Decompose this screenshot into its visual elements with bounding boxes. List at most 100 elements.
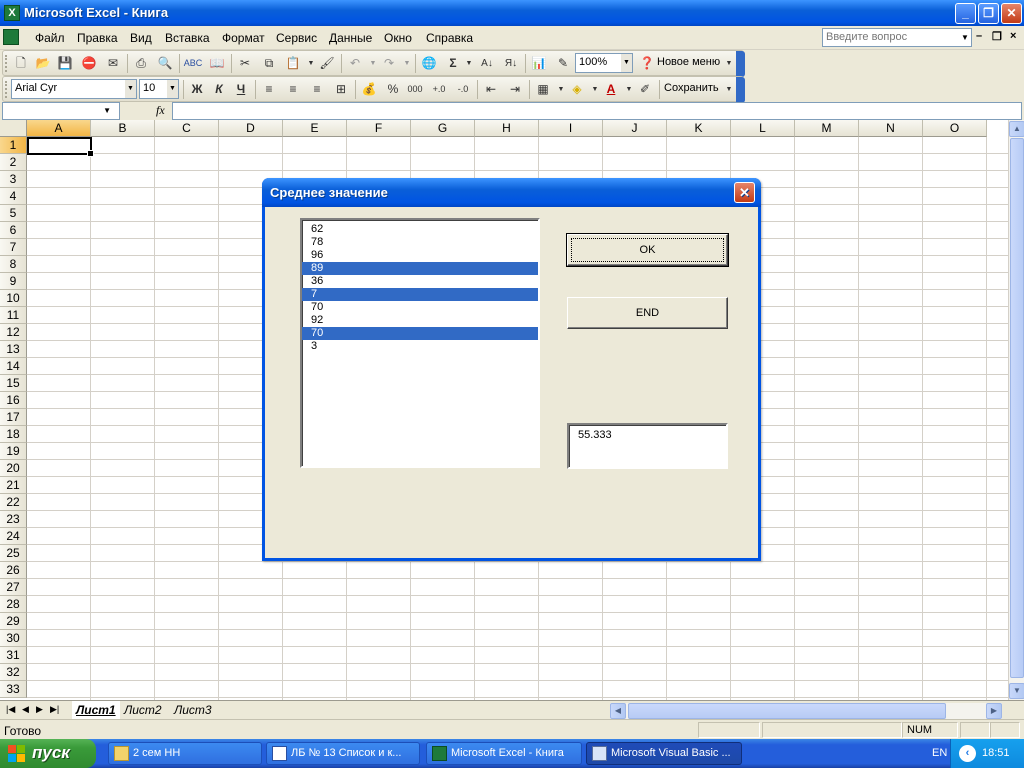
- taskbar-item-vba[interactable]: Microsoft Visual Basic ...: [586, 742, 742, 765]
- chevron-down-icon[interactable]: ▼: [621, 54, 632, 72]
- select-all-corner[interactable]: [0, 120, 27, 137]
- menu-data[interactable]: Данные: [329, 31, 372, 45]
- first-sheet-icon[interactable]: |◀: [6, 704, 15, 715]
- percent-button[interactable]: %: [383, 80, 403, 99]
- permission-icon[interactable]: ⛔: [79, 54, 99, 73]
- formula-input[interactable]: [172, 102, 1022, 120]
- dialog-close-button[interactable]: ✕: [734, 182, 755, 203]
- sheet-tab-3[interactable]: Лист3: [170, 701, 216, 719]
- function-icon[interactable]: fx: [156, 103, 165, 118]
- column-header[interactable]: H: [475, 120, 539, 137]
- list-item[interactable]: 36: [302, 275, 538, 288]
- scroll-up-icon[interactable]: ▲: [1009, 121, 1024, 137]
- show-hidden-icons-icon[interactable]: ‹: [959, 745, 976, 762]
- open-folder-icon[interactable]: 📂: [33, 54, 53, 73]
- restore-button[interactable]: ❐: [978, 3, 999, 24]
- row-header[interactable]: 13: [0, 341, 27, 358]
- hyperlink-icon[interactable]: 🌐: [419, 54, 439, 73]
- column-header[interactable]: B: [91, 120, 155, 137]
- doc-minimize-button[interactable]: –: [976, 30, 982, 42]
- ok-button[interactable]: OK: [566, 233, 729, 267]
- scroll-right-icon[interactable]: ▶: [986, 703, 1002, 719]
- language-indicator[interactable]: EN: [932, 747, 947, 759]
- taskbar-item-excel[interactable]: Microsoft Excel - Книга: [426, 742, 582, 765]
- align-center-icon[interactable]: ≡: [283, 80, 303, 99]
- last-sheet-icon[interactable]: ▶|: [50, 704, 59, 715]
- row-header[interactable]: 7: [0, 239, 27, 256]
- row-header[interactable]: 17: [0, 409, 27, 426]
- help-icon[interactable]: ❓: [637, 54, 657, 73]
- minimize-button[interactable]: _: [955, 3, 976, 24]
- taskbar-item-folder[interactable]: 2 сем НН: [108, 742, 262, 765]
- row-header[interactable]: 19: [0, 443, 27, 460]
- help-question-input[interactable]: Введите вопрос ▼: [822, 28, 972, 47]
- menu-edit[interactable]: Правка: [77, 31, 118, 45]
- chevron-down-icon[interactable]: ▼: [459, 54, 479, 73]
- column-header[interactable]: L: [731, 120, 795, 137]
- undo-icon[interactable]: ↶: [345, 54, 365, 73]
- document-icon[interactable]: [3, 29, 19, 45]
- scroll-left-icon[interactable]: ◀: [610, 703, 626, 719]
- list-item[interactable]: 70: [302, 301, 538, 314]
- row-header[interactable]: 33: [0, 681, 27, 698]
- row-header[interactable]: 6: [0, 222, 27, 239]
- decrease-indent-icon[interactable]: ⇤: [481, 80, 501, 99]
- chevron-down-icon[interactable]: ▼: [959, 29, 971, 46]
- column-header[interactable]: E: [283, 120, 347, 137]
- row-header[interactable]: 16: [0, 392, 27, 409]
- sheet-tab-2[interactable]: Лист2: [120, 701, 166, 719]
- row-header[interactable]: 1: [0, 137, 27, 154]
- list-item[interactable]: 78: [302, 236, 538, 249]
- sort-ascending-icon[interactable]: A↓: [477, 54, 497, 73]
- row-header[interactable]: 22: [0, 494, 27, 511]
- toolbar-grip[interactable]: [5, 55, 8, 72]
- menu-format[interactable]: Формат: [222, 31, 265, 45]
- prev-sheet-icon[interactable]: ◀: [22, 704, 29, 715]
- toolbar-options-button[interactable]: [736, 51, 745, 77]
- underline-button[interactable]: Ч: [231, 80, 251, 99]
- values-listbox[interactable]: 62 78 96 89 36 7 70 92 70 3: [300, 218, 540, 468]
- next-sheet-icon[interactable]: ▶: [36, 704, 43, 715]
- excel-app-icon[interactable]: X: [4, 5, 20, 21]
- bold-button[interactable]: Ж: [187, 80, 207, 99]
- list-item[interactable]: 70: [302, 327, 538, 340]
- row-header[interactable]: 14: [0, 358, 27, 375]
- menu-help[interactable]: Справка: [426, 31, 473, 45]
- redo-icon[interactable]: ↷: [379, 54, 399, 73]
- sheet-tab-1[interactable]: Лист1: [72, 701, 120, 719]
- new-document-icon[interactable]: 🗋: [11, 54, 31, 73]
- save-label[interactable]: Сохранить: [664, 82, 719, 94]
- active-cell-a1[interactable]: [27, 137, 94, 157]
- row-header[interactable]: 27: [0, 579, 27, 596]
- row-header[interactable]: 32: [0, 664, 27, 681]
- taskbar-item-word[interactable]: ЛБ № 13 Список и к...: [266, 742, 420, 765]
- borders-icon[interactable]: ▦: [533, 80, 553, 99]
- list-item[interactable]: 62: [302, 223, 538, 236]
- currency-icon[interactable]: 💰: [359, 80, 379, 99]
- column-header[interactable]: F: [347, 120, 411, 137]
- column-header[interactable]: A: [27, 120, 91, 137]
- row-header[interactable]: 10: [0, 290, 27, 307]
- email-icon[interactable]: ✉: [103, 54, 123, 73]
- decrease-decimal-icon[interactable]: -.0: [453, 80, 473, 99]
- merge-center-icon[interactable]: ⊞: [331, 80, 351, 99]
- row-header[interactable]: 26: [0, 562, 27, 579]
- vertical-scrollbar[interactable]: ▲ ▼: [1008, 120, 1024, 700]
- row-header[interactable]: 2: [0, 154, 27, 171]
- column-header[interactable]: D: [219, 120, 283, 137]
- column-header[interactable]: J: [603, 120, 667, 137]
- row-header[interactable]: 8: [0, 256, 27, 273]
- column-header[interactable]: O: [923, 120, 987, 137]
- list-item[interactable]: 89: [302, 262, 538, 275]
- chevron-down-icon[interactable]: ▼: [397, 54, 417, 73]
- dialog-title-bar[interactable]: Среднее значение ✕: [262, 178, 761, 207]
- chevron-down-icon[interactable]: ▼: [167, 80, 178, 98]
- vertical-scroll-thumb[interactable]: [1010, 138, 1024, 678]
- row-header[interactable]: 25: [0, 545, 27, 562]
- row-header[interactable]: 18: [0, 426, 27, 443]
- font-size-select[interactable]: 10 ▼: [139, 79, 179, 99]
- start-button[interactable]: пуск: [0, 739, 96, 768]
- row-header[interactable]: 29: [0, 613, 27, 630]
- copy-icon[interactable]: ⧉: [259, 54, 279, 73]
- save-icon[interactable]: 💾: [55, 54, 75, 73]
